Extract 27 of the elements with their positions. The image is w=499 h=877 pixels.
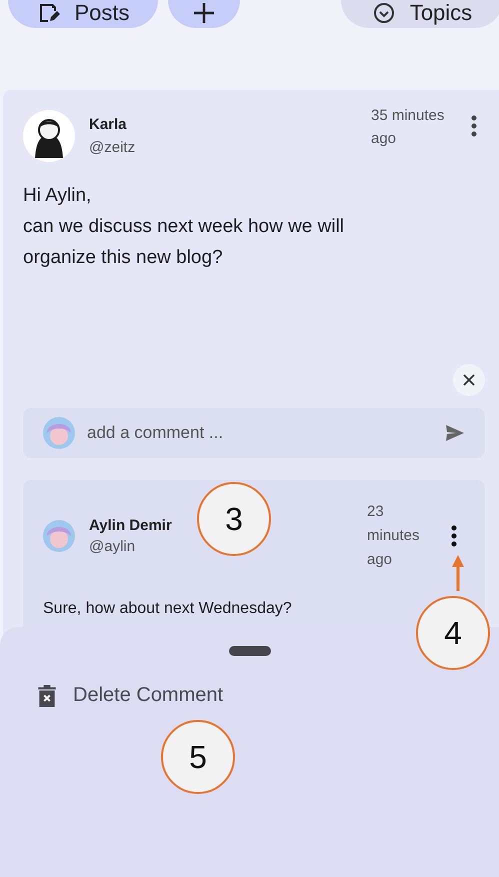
post-time: 35 minutes ago — [371, 106, 446, 149]
chevron-circle-icon — [372, 1, 396, 25]
tab[interactable]: Posts — [8, 0, 158, 28]
more-icon — [471, 115, 477, 137]
author-name: Karla — [89, 116, 127, 133]
avatar — [23, 110, 75, 162]
author-handle: @zeitz — [89, 139, 136, 156]
trash-icon — [38, 684, 56, 706]
tab[interactable]: Topics — [341, 0, 499, 28]
author-handle: @aylin — [89, 538, 136, 555]
post-text: Hi Aylin, — [23, 184, 92, 208]
comment-field[interactable]: add a comment ... — [23, 408, 485, 458]
close-icon — [463, 374, 475, 386]
post-text: can we discuss next week how we will organize this new blog? — [23, 215, 346, 270]
drag-handle[interactable] — [228, 646, 270, 656]
send-icon[interactable] — [445, 424, 465, 442]
comment-time: 23 minutes ago — [367, 502, 421, 570]
more-icon — [451, 525, 457, 547]
annotation-arrow — [452, 555, 464, 591]
comment-text: Sure, how about next Wednesday? — [43, 600, 293, 618]
menu-item[interactable]: Delete Comment — [38, 684, 224, 707]
comment-input[interactable]: add a comment ... — [85, 422, 435, 444]
close-button[interactable] — [453, 364, 485, 396]
avatar — [43, 520, 75, 552]
avatar — [43, 417, 75, 449]
author-name: Aylin Demir — [89, 517, 172, 534]
plus-icon — [192, 1, 216, 25]
